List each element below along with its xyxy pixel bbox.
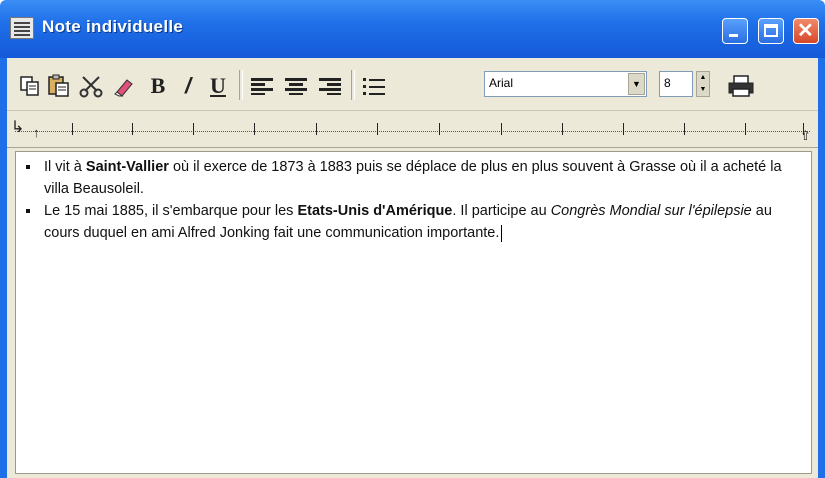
ruler-tick — [193, 123, 194, 135]
align-center-icon — [285, 78, 307, 95]
text-run-italic: Congrès Mondial sur l'épilepsie — [550, 203, 752, 219]
left-indent-marker[interactable]: ↑ — [33, 125, 40, 140]
ruler-tick — [623, 123, 624, 135]
text-run: Le 15 mai 1885, il s'embarque pour les — [44, 203, 298, 219]
bullet-list-button[interactable] — [359, 74, 389, 98]
client-area: B / U Arial ▼ 8 ▲ ▼ ↳ ↑ ⇧ Il vit à Saint… — [7, 58, 818, 478]
ruler-tick — [684, 123, 685, 135]
underline-icon: U — [210, 73, 226, 98]
window-title: Note individuelle — [42, 17, 184, 36]
copy-icon — [20, 76, 39, 96]
close-icon: ✕ — [797, 20, 814, 42]
font-value: Arial — [489, 76, 514, 90]
align-left-icon — [251, 78, 273, 95]
font-size-spinner[interactable]: ▲ ▼ — [696, 71, 710, 97]
text-run: . Il participe au — [452, 203, 551, 219]
window-frame-right — [818, 58, 825, 478]
paste-icon — [48, 74, 69, 97]
cut-icon — [79, 76, 103, 98]
print-icon — [728, 75, 754, 97]
eraser-button[interactable] — [109, 74, 137, 98]
title-bar[interactable]: Note individuelle ✕ — [0, 0, 825, 58]
note-window: Note individuelle ✕ B / U Arial ▼ 8 ▲ ▼ … — [0, 0, 825, 478]
font-size-value: 8 — [664, 76, 671, 90]
maximize-button[interactable] — [758, 18, 784, 44]
paste-button[interactable] — [45, 74, 73, 98]
formatting-toolbar: B / U Arial ▼ 8 ▲ ▼ — [7, 58, 818, 111]
close-button[interactable]: ✕ — [793, 18, 819, 44]
bold-icon: B — [150, 73, 166, 98]
underline-button[interactable]: U — [205, 73, 231, 98]
text-run-bold: Saint-Vallier — [85, 159, 169, 175]
ruler-tick — [254, 123, 255, 135]
italic-button[interactable]: / — [175, 73, 201, 98]
toolbar-separator — [239, 70, 243, 100]
chevron-down-icon[interactable]: ▼ — [628, 73, 645, 95]
print-button[interactable] — [725, 74, 757, 98]
first-line-indent-marker[interactable]: ↳ — [11, 117, 24, 137]
window-frame-left — [0, 58, 7, 478]
bold-button[interactable]: B — [145, 73, 171, 98]
ruler-tick — [72, 123, 73, 135]
align-right-icon — [319, 78, 341, 95]
copy-button[interactable] — [17, 74, 43, 98]
text-caret — [501, 224, 503, 242]
minimize-button[interactable] — [722, 18, 748, 44]
ruler-tick — [562, 123, 563, 135]
italic-icon: / — [184, 73, 192, 98]
eraser-icon — [114, 79, 133, 97]
align-right-button[interactable] — [315, 74, 345, 98]
align-center-button[interactable] — [281, 74, 311, 98]
list-item: Il vit à Saint-Vallier où il exerce de 1… — [26, 156, 803, 200]
ruler-tick — [439, 123, 440, 135]
font-size-input[interactable]: 8 — [659, 71, 693, 97]
ruler-tick — [745, 123, 746, 135]
ruler-tick — [316, 123, 317, 135]
text-run: Il vit à — [44, 159, 86, 175]
maximize-icon — [764, 24, 778, 37]
bullet-list: Il vit à Saint-Vallier où il exerce de 1… — [16, 152, 811, 244]
ruler[interactable]: ↳ ↑ ⇧ — [7, 111, 818, 148]
ruler-tick — [377, 123, 378, 135]
font-select[interactable]: Arial ▼ — [484, 71, 647, 97]
toolbar-separator — [351, 70, 355, 100]
align-left-button[interactable] — [247, 74, 277, 98]
note-editor[interactable]: Il vit à Saint-Vallier où il exerce de 1… — [15, 151, 812, 474]
app-icon — [10, 17, 34, 39]
bullet-list-icon — [363, 78, 385, 95]
list-item: Le 15 mai 1885, il s'embarque pour les E… — [26, 200, 803, 244]
text-run-bold: Etats-Unis d'Amérique — [297, 203, 453, 219]
minimize-icon — [729, 34, 738, 37]
ruler-baseline — [15, 131, 810, 132]
ruler-tick — [501, 123, 502, 135]
cut-button[interactable] — [77, 74, 105, 98]
right-indent-marker[interactable]: ⇧ — [800, 128, 811, 144]
ruler-tick — [132, 123, 133, 135]
